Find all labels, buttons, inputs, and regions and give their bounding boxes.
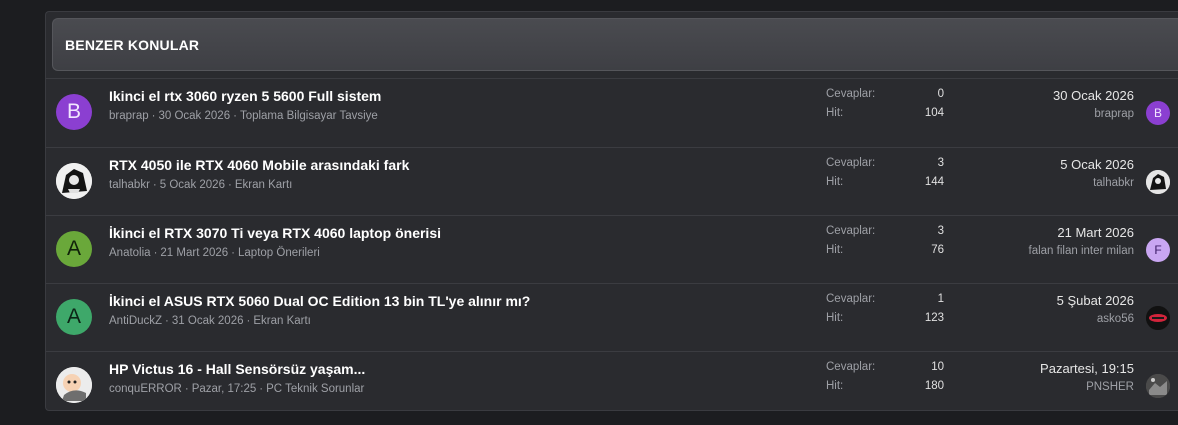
replies-count: 0	[937, 88, 944, 100]
start-date-link[interactable]: 5 Ocak 2026	[160, 179, 225, 191]
latest-post: Pazartesi, 19:15 PNSHER	[1040, 361, 1134, 393]
views-count: 180	[924, 380, 944, 392]
start-date-link[interactable]: 30 Ocak 2026	[158, 110, 230, 122]
start-date-link[interactable]: 21 Mart 2026	[160, 247, 228, 259]
start-date-link[interactable]: Pazar, 17:25	[192, 383, 257, 395]
thread-title-link[interactable]: İkinci el RTX 3070 Ti veya RTX 4060 lapt…	[109, 225, 441, 241]
author-link[interactable]: Anatolia	[109, 247, 151, 259]
thread-meta: braprap · 30 Ocak 2026 · Toplama Bilgisayar …	[109, 110, 378, 122]
latest-date-link[interactable]: 21 Mart 2026	[1029, 225, 1134, 240]
views-count: 123	[924, 312, 944, 324]
latest-user-avatar[interactable]	[1146, 306, 1170, 330]
thread-stats: Cevaplar: 3 Hit: 144	[826, 157, 944, 195]
thread-row: B Ikinci el rtx 3060 ryzen 5 5600 Full s…	[46, 78, 1178, 146]
forum-link[interactable]: Laptop Önerileri	[238, 247, 320, 259]
thread-stats: Cevaplar: 3 Hit: 76	[826, 225, 944, 263]
thread-stats: Cevaplar: 0 Hit: 104	[826, 88, 944, 126]
author-avatar[interactable]	[56, 163, 92, 199]
replies-count: 10	[931, 361, 944, 373]
replies-label: Cevaplar:	[826, 293, 876, 305]
author-avatar[interactable]: A	[56, 299, 92, 335]
avatar-letter: B	[1153, 106, 1162, 120]
forum-link[interactable]: Toplama Bilgisayar Tavsiye	[240, 110, 378, 122]
latest-user-avatar[interactable]	[1146, 374, 1170, 398]
author-link[interactable]: conquERROR	[109, 383, 182, 395]
thread-meta: conquERROR · Pazar, 17:25 · PC Teknik Sorunl…	[109, 383, 365, 395]
replies-label: Cevaplar:	[826, 88, 876, 100]
replies-label: Cevaplar:	[826, 225, 876, 237]
latest-post: 5 Ocak 2026 talhabkr	[1060, 157, 1134, 189]
photo-image-icon	[1146, 374, 1170, 398]
person-image-icon	[56, 163, 92, 199]
latest-user-avatar[interactable]: F	[1146, 238, 1170, 262]
views-count: 76	[931, 244, 944, 256]
latest-post: 30 Ocak 2026 braprap	[1053, 88, 1134, 120]
block-header: BENZER KONULAR	[52, 18, 1178, 71]
replies-count: 3	[937, 157, 944, 169]
latest-post: 5 Şubat 2026 asko56	[1057, 293, 1134, 325]
author-link[interactable]: AntiDuckZ	[109, 315, 162, 327]
thread-meta: AntiDuckZ · 31 Ocak 2026 · Ekran Kartı	[109, 315, 311, 327]
thread-title-link[interactable]: Ikinci el rtx 3060 ryzen 5 5600 Full sis…	[109, 88, 381, 104]
latest-date-link[interactable]: 5 Ocak 2026	[1060, 157, 1134, 172]
replies-label: Cevaplar:	[826, 361, 876, 373]
latest-date-link[interactable]: 5 Şubat 2026	[1057, 293, 1134, 308]
latest-date-link[interactable]: Pazartesi, 19:15	[1040, 361, 1134, 376]
thread-title-link[interactable]: HP Victus 16 - Hall Sensörsüz yaşam...	[109, 361, 365, 377]
similar-threads-block: BENZER KONULAR B Ikinci el rtx 3060 ryze…	[45, 11, 1178, 411]
latest-user-avatar[interactable]	[1146, 170, 1170, 194]
forum-link[interactable]: Ekran Kartı	[253, 315, 311, 327]
thread-row: A İkinci el RTX 3070 Ti veya RTX 4060 la…	[46, 215, 1178, 283]
start-date-link[interactable]: 31 Ocak 2026	[172, 315, 244, 327]
replies-count: 1	[937, 293, 944, 305]
avatar-letter: A	[66, 305, 81, 328]
thread-row: A İkinci el ASUS RTX 5060 Dual OC Editio…	[46, 283, 1178, 351]
thread-meta: Anatolia · 21 Mart 2026 · Laptop Önerileri	[109, 247, 320, 259]
thread-title-link[interactable]: RTX 4050 ile RTX 4060 Mobile arasındaki …	[109, 157, 409, 173]
thread-row: HP Victus 16 - Hall Sensörsüz yaşam... c…	[46, 351, 1178, 419]
block-title: BENZER KONULAR	[65, 37, 200, 53]
person-image-icon	[1146, 170, 1170, 194]
views-count: 104	[924, 107, 944, 119]
avatar-letter: B	[66, 100, 81, 123]
latest-date-link[interactable]: 30 Ocak 2026	[1053, 88, 1134, 103]
thread-meta: talhabkr · 5 Ocak 2026 · Ekran Kartı	[109, 179, 293, 191]
forum-link[interactable]: Ekran Kartı	[235, 179, 293, 191]
forum-link[interactable]: PC Teknik Sorunlar	[266, 383, 364, 395]
latest-user-link[interactable]: falan filan inter milan	[1029, 245, 1134, 257]
views-count: 144	[924, 176, 944, 188]
author-link[interactable]: braprap	[109, 110, 149, 122]
views-label: Hit:	[826, 244, 844, 256]
thread-stats: Cevaplar: 1 Hit: 123	[826, 293, 944, 331]
views-label: Hit:	[826, 312, 844, 324]
author-link[interactable]: talhabkr	[109, 179, 150, 191]
author-avatar[interactable]: A	[56, 231, 92, 267]
replies-label: Cevaplar:	[826, 157, 876, 169]
thread-title-link[interactable]: İkinci el ASUS RTX 5060 Dual OC Edition …	[109, 293, 530, 309]
latest-user-link[interactable]: braprap	[1053, 108, 1134, 120]
views-label: Hit:	[826, 176, 844, 188]
thread-stats: Cevaplar: 10 Hit: 180	[826, 361, 944, 399]
logo-image-icon	[1146, 306, 1170, 330]
latest-user-link[interactable]: talhabkr	[1060, 177, 1134, 189]
thread-row: RTX 4050 ile RTX 4060 Mobile arasındaki …	[46, 147, 1178, 215]
latest-user-link[interactable]: asko56	[1057, 313, 1134, 325]
author-avatar[interactable]: B	[56, 94, 92, 130]
cartoon-image-icon	[56, 367, 92, 403]
author-avatar[interactable]	[56, 367, 92, 403]
avatar-letter: F	[1154, 243, 1162, 257]
views-label: Hit:	[826, 107, 844, 119]
latest-user-link[interactable]: PNSHER	[1040, 381, 1134, 393]
views-label: Hit:	[826, 380, 844, 392]
latest-post: 21 Mart 2026 falan filan inter milan	[1029, 225, 1134, 257]
latest-user-avatar[interactable]: B	[1146, 101, 1170, 125]
avatar-letter: A	[66, 237, 81, 260]
replies-count: 3	[937, 225, 944, 237]
